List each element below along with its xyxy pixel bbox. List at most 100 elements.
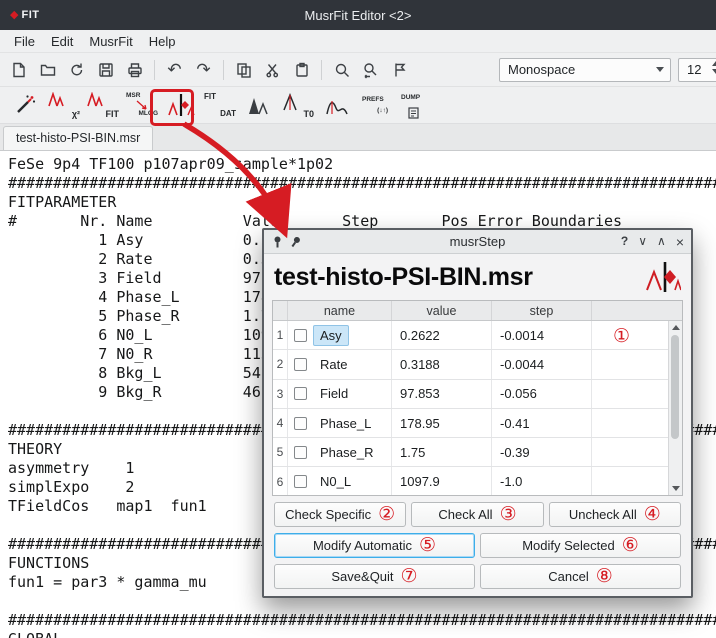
param-name-cell[interactable]: N0_L — [313, 471, 358, 492]
dialog-titlebar[interactable]: musrStep ? ∨ ∧ × — [264, 230, 691, 254]
row-checkbox[interactable] — [294, 475, 307, 488]
musrdump-icon — [408, 107, 420, 119]
param-step-cell[interactable]: -1.0 — [492, 467, 592, 495]
spinner-arrows-icon[interactable] — [712, 61, 716, 74]
font-family-combobox[interactable]: Monospace — [499, 58, 671, 82]
param-name-cell[interactable]: Phase_L — [313, 413, 378, 434]
menubar: File Edit MusrFit Help — [0, 30, 716, 53]
check-specific-button[interactable]: Check Specific ② — [274, 502, 406, 527]
row-checkbox[interactable] — [294, 358, 307, 371]
musrdump-button[interactable]: DUMP — [398, 90, 432, 121]
row-number: 6 — [273, 467, 288, 495]
row-checkbox[interactable] — [294, 446, 307, 459]
find-replace-button[interactable] — [357, 56, 384, 83]
menu-help[interactable]: Help — [141, 32, 184, 51]
row-checkbox[interactable] — [294, 417, 307, 430]
scroll-down-icon[interactable] — [669, 482, 682, 495]
uncheck-all-label: Uncheck All — [569, 507, 637, 522]
param-value-cell[interactable]: 0.3188 — [392, 350, 492, 378]
font-size-value: 12 — [687, 62, 701, 77]
table-scrollbar[interactable] — [668, 321, 682, 495]
param-name-cell[interactable]: Asy — [313, 325, 349, 346]
unshade-icon[interactable]: ∧ — [657, 235, 666, 249]
copy-icon — [235, 61, 253, 79]
font-size-spinbox[interactable]: 12 — [678, 58, 716, 82]
param-step-cell[interactable]: -0.41 — [492, 409, 592, 437]
column-header-name[interactable]: name — [288, 301, 392, 320]
param-value-cell[interactable]: 97.853 — [392, 380, 492, 408]
open-file-button[interactable] — [34, 56, 61, 83]
menu-file[interactable]: File — [6, 32, 43, 51]
window-title: MusrFit Editor <2> — [0, 8, 716, 23]
cancel-button[interactable]: Cancel ⑧ — [480, 564, 681, 589]
musrt0-icon — [282, 92, 300, 112]
musrview-button[interactable]: FIT DAT — [203, 90, 237, 121]
param-name-cell[interactable]: Rate — [313, 354, 354, 375]
shade-icon[interactable]: ∨ — [638, 235, 647, 249]
param-name-cell[interactable]: Phase_R — [313, 442, 380, 463]
copy-button[interactable] — [230, 56, 257, 83]
column-header-value[interactable]: value — [392, 301, 492, 320]
reload-button[interactable] — [63, 56, 90, 83]
table-row: 3 Field 97.853 -0.056 — [273, 380, 682, 409]
dialog-window-controls: ? ∨ ∧ × — [621, 235, 684, 249]
row-number: 1 — [273, 321, 288, 349]
param-value-cell[interactable]: 1.75 — [392, 438, 492, 466]
calc-chisq-icon — [48, 92, 70, 108]
param-value-cell[interactable]: 1097.9 — [392, 467, 492, 495]
table-row: 6 N0_L 1097.9 -1.0 — [273, 467, 682, 496]
undo-button[interactable]: ↶ — [161, 56, 188, 83]
dialog-filename-heading: test-histo-PSI-BIN.msr — [274, 263, 533, 292]
print-button[interactable] — [121, 56, 148, 83]
column-header-step[interactable]: step — [492, 301, 592, 320]
calc-chisq-button[interactable]: χ² — [47, 90, 81, 121]
window-titlebar[interactable]: ◆ FIT MusrFit Editor <2> — [0, 0, 716, 30]
param-value-cell[interactable]: 178.95 — [392, 409, 492, 437]
param-step-cell[interactable]: -0.0044 — [492, 350, 592, 378]
help-icon[interactable]: ? — [621, 235, 628, 249]
modify-automatic-button[interactable]: Modify Automatic ⑤ — [274, 533, 475, 558]
annotation-6: ⑥ — [622, 536, 639, 555]
cut-button[interactable] — [259, 56, 286, 83]
close-icon[interactable]: × — [676, 235, 684, 249]
check-all-button[interactable]: Check All ③ — [411, 502, 543, 527]
row-checkbox[interactable] — [294, 387, 307, 400]
goto-line-button[interactable] — [386, 56, 413, 83]
reload-icon — [68, 61, 86, 79]
scrollbar-thumb[interactable] — [671, 335, 679, 439]
bookmark-icon — [391, 61, 409, 79]
musrprefs-button[interactable]: PREFS (↓↑) — [359, 90, 393, 121]
paste-button[interactable] — [288, 56, 315, 83]
param-step-cell[interactable]: -0.056 — [492, 380, 592, 408]
msr2mlog-icon — [136, 100, 148, 110]
uncheck-all-button[interactable]: Uncheck All ④ — [549, 502, 681, 527]
pin-icon[interactable] — [271, 235, 284, 249]
table-row: 2 Rate 0.3188 -0.0044 — [273, 350, 682, 379]
menu-musrfit[interactable]: MusrFit — [81, 32, 140, 51]
find-button[interactable] — [328, 56, 355, 83]
param-name-cell[interactable]: Field — [313, 383, 355, 404]
new-document-icon — [10, 61, 28, 79]
param-step-cell[interactable]: -0.0014 — [492, 321, 592, 349]
save-quit-button[interactable]: Save&Quit ⑦ — [274, 564, 475, 589]
musrft-button[interactable] — [320, 90, 354, 121]
print-icon — [126, 61, 144, 79]
paste-icon — [293, 61, 311, 79]
app-logo-text: FIT — [21, 9, 39, 21]
column-header-filler — [592, 301, 682, 320]
modify-selected-label: Modify Selected — [522, 538, 615, 553]
musrfit-button[interactable]: FIT — [86, 90, 120, 121]
mlog2msr-button[interactable] — [242, 90, 276, 121]
row-checkbox[interactable] — [294, 329, 307, 342]
modify-selected-button[interactable]: Modify Selected ⑥ — [480, 533, 681, 558]
menu-edit[interactable]: Edit — [43, 32, 81, 51]
save-button[interactable] — [92, 56, 119, 83]
musr-wizard-button[interactable] — [8, 90, 42, 121]
scroll-up-icon[interactable] — [669, 321, 682, 334]
tab-test-histo-psi-bin-msr[interactable]: test-histo-PSI-BIN.msr — [3, 126, 153, 150]
redo-button[interactable]: ↷ — [190, 56, 217, 83]
param-value-cell[interactable]: 0.2622 — [392, 321, 492, 349]
param-step-cell[interactable]: -0.39 — [492, 438, 592, 466]
musrt0-button[interactable]: T0 — [281, 90, 315, 121]
new-document-button[interactable] — [5, 56, 32, 83]
